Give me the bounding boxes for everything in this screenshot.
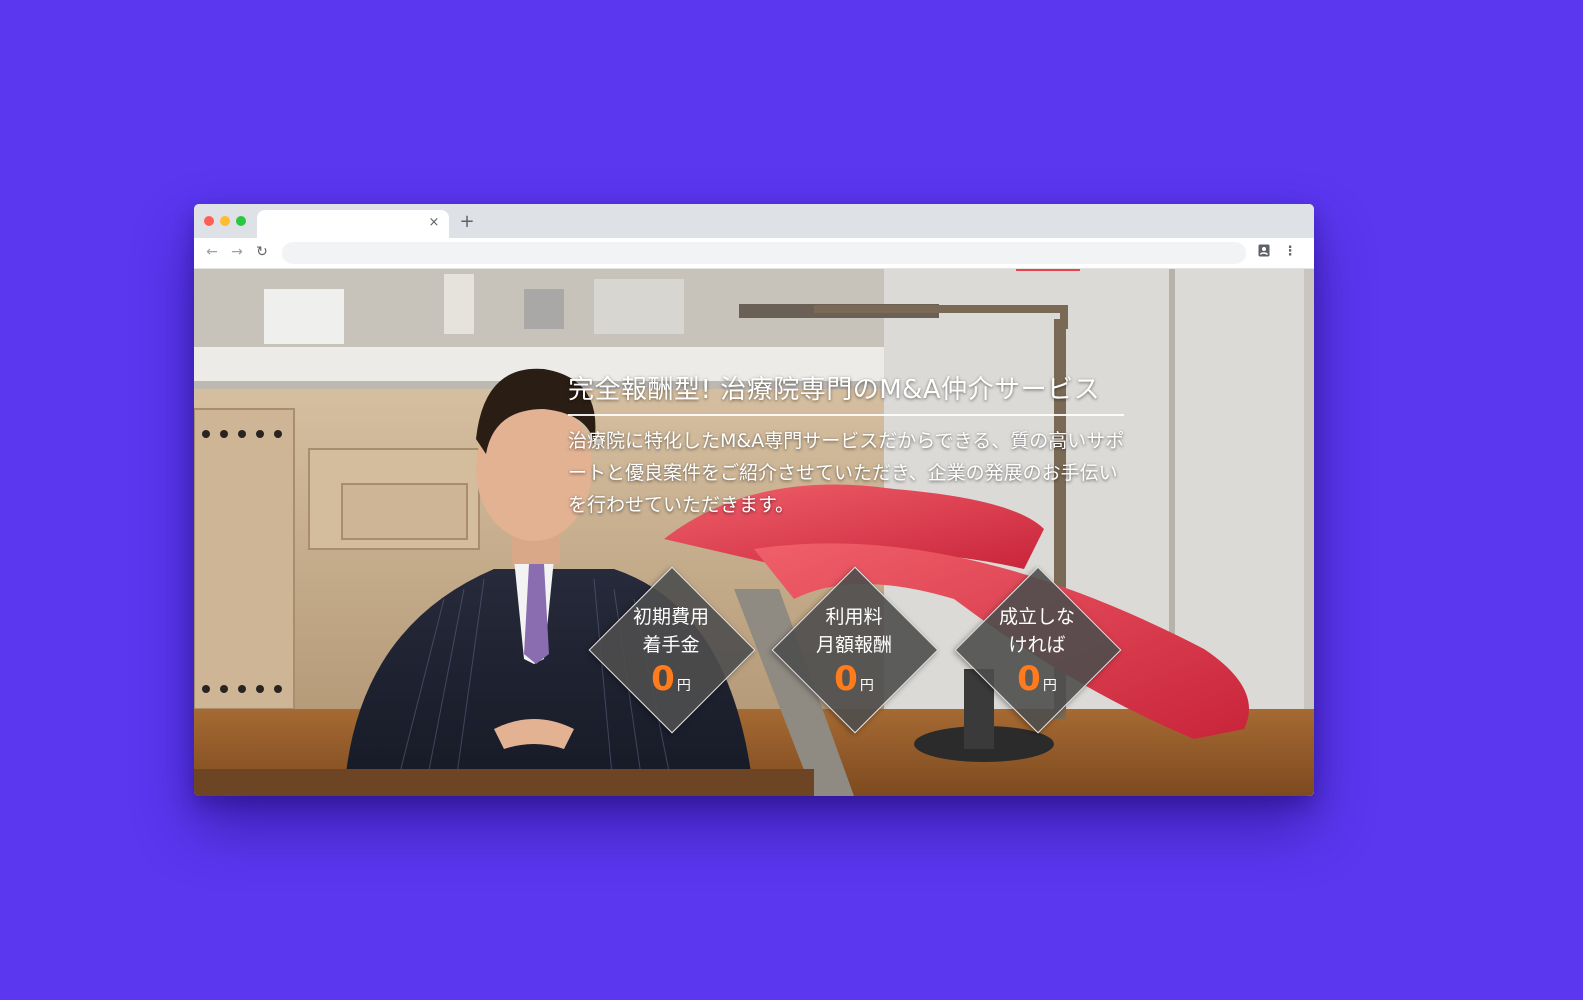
fee-badge-initial: 初期費用 着手金 0円 <box>588 566 756 734</box>
fee-badge-monthly: 利用料 月額報酬 0円 <box>771 566 939 734</box>
hero-title-divider <box>568 414 1124 416</box>
badge-unit: 円 <box>1042 678 1057 694</box>
badge-line2: ければ <box>1008 634 1066 656</box>
badge-content: 初期費用 着手金 0円 <box>589 603 753 706</box>
minimize-window-button[interactable] <box>220 216 230 226</box>
forward-button[interactable]: → <box>229 244 245 260</box>
badge-line1: 利用料 <box>825 606 883 628</box>
badge-content: 成立しな ければ 0円 <box>955 603 1119 706</box>
badge-line2: 月額報酬 <box>815 634 892 656</box>
window-controls <box>204 216 246 226</box>
badge-amount: 0 <box>651 659 675 699</box>
badge-line2: 着手金 <box>642 634 700 656</box>
badge-price: 0円 <box>772 659 936 706</box>
reload-button[interactable]: ↻ <box>254 244 270 260</box>
badge-line1: 初期費用 <box>632 606 709 628</box>
scroll-progress-indicator <box>1016 269 1080 271</box>
badge-price: 0円 <box>589 659 753 706</box>
zoom-window-button[interactable] <box>236 216 246 226</box>
badge-amount: 0 <box>1017 659 1041 699</box>
close-window-button[interactable] <box>204 216 214 226</box>
address-bar[interactable] <box>282 242 1246 264</box>
new-tab-button[interactable]: + <box>458 213 476 231</box>
badge-content: 利用料 月額報酬 0円 <box>772 603 936 706</box>
hero-description: 治療院に特化したM&A専門サービスだからできる、質の高いサポートと優良案件をご紹… <box>568 430 1125 516</box>
badge-price: 0円 <box>955 659 1119 706</box>
tab-bar: × + <box>194 204 1314 238</box>
page-viewport: 完全報酬型! 治療院専門のM&A仲介サービス 治療院に特化したM&A専門サービス… <box>194 269 1314 796</box>
hero-title: 完全報酬型! 治療院専門のM&A仲介サービス <box>568 375 1101 405</box>
badge-unit: 円 <box>859 678 874 694</box>
badge-line1: 成立しな <box>998 606 1075 628</box>
hero-background-photo <box>194 269 1314 796</box>
browser-toolbar: ← → ↻ ⋮ <box>194 238 1314 269</box>
menu-icon[interactable]: ⋮ <box>1282 244 1298 260</box>
badge-amount: 0 <box>834 659 858 699</box>
close-tab-icon[interactable]: × <box>427 216 441 230</box>
back-button[interactable]: ← <box>204 244 220 260</box>
browser-window: × + ← → ↻ ⋮ 完全報酬型! 治療院専門のM&A仲介サービス 治療院に特… <box>194 204 1314 796</box>
fee-badge-success: 成立しな ければ 0円 <box>954 566 1122 734</box>
contact-card-icon[interactable] <box>1256 244 1272 260</box>
badge-unit: 円 <box>676 678 691 694</box>
browser-tab[interactable]: × <box>257 210 449 238</box>
